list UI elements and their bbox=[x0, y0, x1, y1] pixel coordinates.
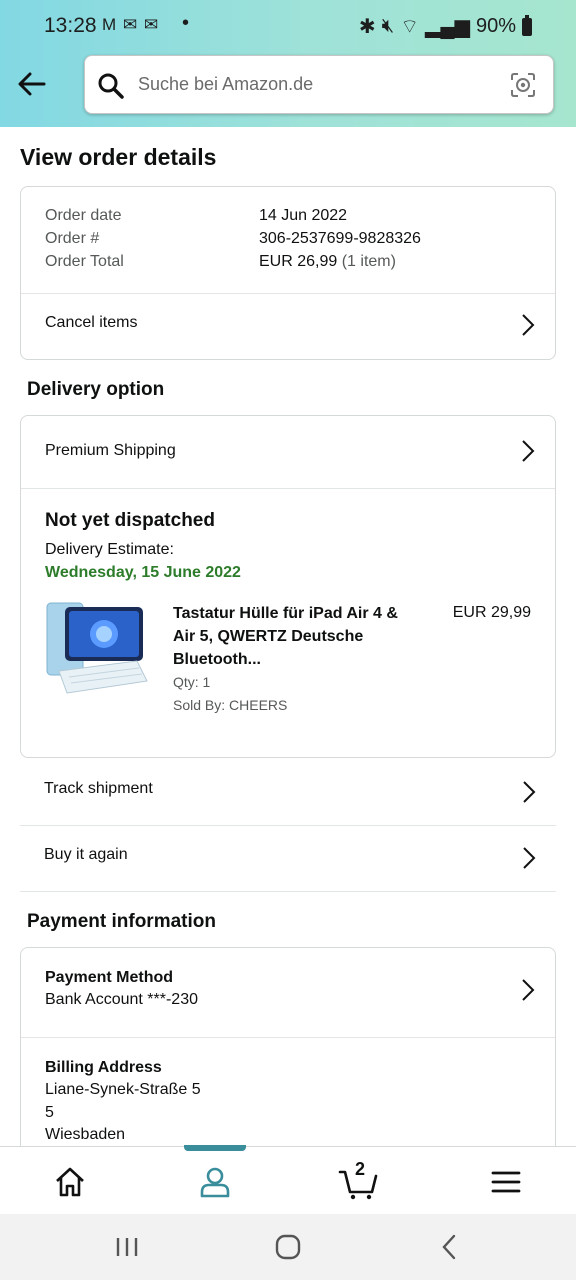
buy-again-row[interactable]: Buy it again bbox=[20, 825, 556, 892]
billing-address-line3: Wiesbaden bbox=[45, 1126, 126, 1143]
status-time: 13:28 bbox=[44, 14, 97, 37]
camera-icon[interactable] bbox=[509, 71, 537, 99]
chevron-right-icon bbox=[522, 979, 535, 1001]
home-button-icon[interactable] bbox=[273, 1232, 303, 1262]
recent-apps-icon[interactable] bbox=[112, 1232, 142, 1262]
search-input[interactable]: Suche bei Amazon.de bbox=[84, 55, 554, 114]
cancel-items-label: Cancel items bbox=[45, 314, 138, 331]
order-total-items: (1 item) bbox=[341, 253, 396, 270]
status-bar: 13:28 M ✉ ✉ • ✱ 🔇︎ ⌔ ▂▄▆ 90% bbox=[0, 0, 576, 52]
back-button-icon[interactable] bbox=[435, 1232, 465, 1262]
notification-dot: • bbox=[182, 12, 190, 34]
profile-icon[interactable] bbox=[197, 1164, 233, 1200]
chevron-right-icon bbox=[522, 440, 535, 462]
billing-address-heading: Billing Address bbox=[45, 1059, 162, 1076]
system-navigation-bar bbox=[0, 1214, 576, 1280]
buy-again-label: Buy it again bbox=[44, 846, 128, 863]
search-icon bbox=[98, 73, 124, 99]
chevron-right-icon bbox=[523, 781, 536, 803]
chevron-right-icon bbox=[523, 847, 536, 869]
order-date-label: Order date bbox=[45, 207, 122, 224]
active-tab-indicator bbox=[184, 1145, 246, 1151]
divider bbox=[21, 488, 555, 489]
order-number-value: 306-2537699-9828326 bbox=[259, 230, 421, 247]
product-price: EUR 29,99 bbox=[452, 604, 531, 621]
payment-section-title: Payment information bbox=[27, 911, 216, 932]
mute-icon: 🔇︎ bbox=[381, 15, 395, 37]
order-date-value: 14 Jun 2022 bbox=[259, 207, 348, 224]
cancel-items-row[interactable]: Cancel items bbox=[21, 294, 555, 360]
system-status: ✱ 🔇︎ ⌔ ▂▄▆ 90% bbox=[359, 14, 532, 39]
delivery-estimate-label: Delivery Estimate: bbox=[45, 541, 174, 558]
menu-icon[interactable] bbox=[488, 1164, 524, 1200]
track-shipment-row[interactable]: Track shipment bbox=[20, 759, 556, 826]
billing-address-line1: Liane-Synek-Straße 5 bbox=[45, 1081, 201, 1098]
dispatch-status: Not yet dispatched bbox=[45, 510, 215, 531]
page-title: View order details bbox=[20, 144, 217, 170]
product-image[interactable] bbox=[45, 601, 149, 697]
order-total-value: EUR 26,99 (1 item) bbox=[259, 253, 396, 271]
shipping-option-label: Premium Shipping bbox=[45, 442, 176, 459]
bluetooth-icon: ✱ bbox=[358, 16, 376, 38]
order-total-amount: EUR 26,99 bbox=[259, 253, 338, 270]
product-quantity: Qty: 1 bbox=[173, 674, 211, 690]
battery-icon bbox=[522, 14, 532, 36]
payment-method-row[interactable]: Payment Method Bank Account ***-230 bbox=[21, 948, 555, 1037]
payment-method-value: Bank Account ***-230 bbox=[45, 991, 198, 1008]
delivery-card: Premium Shipping Not yet dispatched Deli… bbox=[20, 415, 556, 758]
battery-percent: 90% bbox=[475, 15, 516, 37]
back-arrow-icon[interactable] bbox=[16, 68, 48, 100]
cart-count-badge: 2 bbox=[355, 1159, 366, 1179]
product-seller: Sold By: CHEERS bbox=[173, 697, 288, 713]
bottom-navigation: 2 bbox=[0, 1145, 576, 1215]
order-number-label: Order # bbox=[45, 230, 100, 247]
track-shipment-label: Track shipment bbox=[44, 780, 153, 797]
payment-method-heading: Payment Method bbox=[45, 969, 174, 986]
chevron-right-icon bbox=[522, 314, 535, 336]
signal-icon: ▂▄▆ bbox=[425, 16, 470, 38]
wifi-icon: ⌔ bbox=[400, 16, 420, 38]
delivery-estimate-date: Wednesday, 15 June 2022 bbox=[45, 564, 241, 581]
delivery-section-title: Delivery option bbox=[27, 379, 165, 400]
billing-address-line2: 5 bbox=[45, 1104, 54, 1121]
home-icon[interactable] bbox=[52, 1164, 88, 1200]
order-summary-card: Order date 14 Jun 2022 Order # 306-25376… bbox=[20, 186, 556, 360]
search-placeholder: Suche bei Amazon.de bbox=[138, 74, 314, 94]
product-title[interactable]: Tastatur Hülle für iPad Air 4 & Air 5, Q… bbox=[173, 602, 418, 671]
order-total-label: Order Total bbox=[45, 253, 124, 270]
shipping-option-row[interactable]: Premium Shipping bbox=[21, 416, 555, 488]
divider bbox=[21, 1037, 555, 1038]
notification-icons: M ✉ ✉ bbox=[102, 15, 160, 34]
app-header: 13:28 M ✉ ✉ • ✱ 🔇︎ ⌔ ▂▄▆ 90% Suche bei A… bbox=[0, 0, 576, 127]
